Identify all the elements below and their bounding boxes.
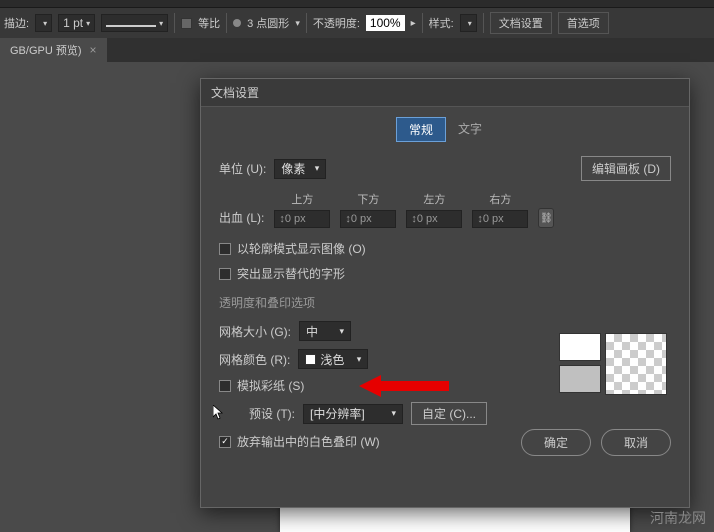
tab-general[interactable]: 常规 bbox=[396, 117, 446, 142]
grid-size-value: 中 bbox=[306, 323, 318, 340]
preset-value: [中分辨率] bbox=[310, 405, 365, 422]
opacity-value: 100% bbox=[370, 16, 401, 30]
cancel-button[interactable]: 取消 bbox=[601, 429, 671, 456]
outline-mode-label: 以轮廓模式显示图像 (O) bbox=[237, 240, 366, 257]
style-label: 样式: bbox=[429, 15, 454, 31]
stroke-style-dropdown[interactable]: ▾ bbox=[101, 14, 168, 32]
preset-row: 预设 (T): [中分辨率] ▾ 自定 (C)... bbox=[249, 402, 671, 425]
grid-size-label: 网格大小 (G): bbox=[219, 323, 291, 340]
bleed-right-header: 右方 bbox=[489, 191, 511, 207]
bleed-bottom-header: 下方 bbox=[357, 191, 379, 207]
simulate-paper-checkbox[interactable] bbox=[219, 380, 231, 392]
simulate-paper-row: 模拟彩纸 (S) bbox=[219, 377, 671, 394]
discard-white-checkbox[interactable] bbox=[219, 436, 231, 448]
cursor-icon bbox=[213, 405, 225, 421]
bleed-left-header: 左方 bbox=[423, 191, 445, 207]
prefs-button[interactable]: 首选项 bbox=[558, 12, 609, 34]
uniform-label: 等比 bbox=[198, 15, 220, 31]
outline-mode-checkbox[interactable] bbox=[219, 243, 231, 255]
chevron-down-icon: ▾ bbox=[43, 19, 47, 28]
chevron-down-icon: ▾ bbox=[159, 19, 163, 28]
stroke-width-value: 1 pt bbox=[63, 16, 83, 30]
tab-text[interactable]: 文字 bbox=[446, 117, 494, 142]
brush-dot-icon bbox=[233, 19, 241, 27]
white-swatch[interactable] bbox=[559, 333, 601, 361]
document-tab[interactable]: GB/GPU 预览) × bbox=[0, 38, 107, 62]
dialog-body: 常规 文字 单位 (U): 像素 ▾ 编辑画板 (D) 出血 (L): 上方 ↕ … bbox=[201, 107, 689, 468]
style-dropdown[interactable]: ▾ bbox=[460, 14, 477, 32]
chevron-down-icon: ▾ bbox=[468, 19, 472, 28]
bleed-right-col: 右方 ↕ 0 px bbox=[472, 191, 528, 228]
custom-button[interactable]: 自定 (C)... bbox=[411, 402, 487, 425]
opacity-field[interactable]: 100% bbox=[366, 15, 405, 31]
chevron-down-icon: ▾ bbox=[385, 408, 396, 419]
line-sample-icon bbox=[106, 20, 156, 27]
close-tab-icon[interactable]: × bbox=[90, 43, 97, 57]
options-bar: 描边: ▾ 1 pt▾ ▾ 等比 3 点圆形 ▾ 不透明度: 100% ▸ 样式… bbox=[0, 8, 714, 38]
ok-button[interactable]: 确定 bbox=[521, 429, 591, 456]
document-tab-label: GB/GPU 预览) bbox=[10, 42, 82, 58]
transparency-section-header: 透明度和叠印选项 bbox=[219, 294, 671, 311]
stroke-width-dropdown[interactable]: 1 pt▾ bbox=[58, 14, 95, 32]
separator bbox=[226, 13, 227, 33]
uniform-check[interactable] bbox=[181, 18, 192, 29]
preset-label: 预设 (T): bbox=[249, 405, 295, 422]
highlight-glyph-checkbox[interactable] bbox=[219, 268, 231, 280]
bleed-top-col: 上方 ↕ 0 px bbox=[274, 191, 330, 228]
chevron-down-icon[interactable]: ▾ bbox=[295, 18, 300, 29]
document-setup-dialog: 文档设置 常规 文字 单位 (U): 像素 ▾ 编辑画板 (D) 出血 (L): … bbox=[200, 78, 690, 508]
bleed-label: 出血 (L): bbox=[219, 209, 264, 226]
discard-white-label: 放弃输出中的白色叠印 (W) bbox=[237, 433, 380, 450]
bleed-bottom-col: 下方 ↕ 0 px bbox=[340, 191, 396, 228]
grid-color-value: 浅色 bbox=[320, 351, 344, 368]
color-chip-icon bbox=[305, 354, 316, 365]
dialog-title: 文档设置 bbox=[201, 79, 689, 107]
link-bleed-icon[interactable]: ⛓ bbox=[538, 208, 554, 228]
bleed-left-col: 左方 ↕ 0 px bbox=[406, 191, 462, 228]
grid-color-label: 网格颜色 (R): bbox=[219, 351, 290, 368]
watermark: 河南龙网 bbox=[650, 508, 706, 528]
brush-label: 3 点圆形 bbox=[247, 15, 289, 31]
grid-size-select[interactable]: 中▾ bbox=[299, 321, 351, 341]
outline-mode-row: 以轮廓模式显示图像 (O) bbox=[219, 240, 671, 257]
doc-setup-button[interactable]: 文档设置 bbox=[490, 12, 552, 34]
separator bbox=[306, 13, 307, 33]
separator bbox=[483, 13, 484, 33]
chevron-down-icon: ▾ bbox=[309, 163, 320, 174]
highlight-glyph-label: 突出显示替代的字形 bbox=[237, 265, 345, 282]
stroke-color-dropdown[interactable]: ▾ bbox=[35, 14, 52, 32]
bleed-top-header: 上方 bbox=[291, 191, 313, 207]
bleed-left-input[interactable]: ↕ 0 px bbox=[406, 210, 462, 228]
dialog-tabs: 常规 文字 bbox=[219, 117, 671, 142]
separator bbox=[174, 13, 175, 33]
grid-color-select[interactable]: 浅色 ▾ bbox=[298, 349, 368, 369]
simulate-paper-label: 模拟彩纸 (S) bbox=[237, 377, 304, 394]
bleed-section: 出血 (L): 上方 ↕ 0 px 下方 ↕ 0 px 左方 ↕ 0 px 右方… bbox=[219, 191, 671, 228]
edit-artboard-button[interactable]: 编辑画板 (D) bbox=[581, 156, 671, 181]
units-value: 像素 bbox=[281, 160, 305, 177]
units-row: 单位 (U): 像素 ▾ 编辑画板 (D) bbox=[219, 156, 671, 181]
bleed-top-input[interactable]: ↕ 0 px bbox=[274, 210, 330, 228]
annotation-arrow bbox=[359, 373, 449, 402]
opacity-dropdown-icon[interactable]: ▸ bbox=[411, 18, 416, 29]
separator bbox=[422, 13, 423, 33]
bleed-right-input[interactable]: ↕ 0 px bbox=[472, 210, 528, 228]
menu-bar-strip bbox=[0, 0, 714, 8]
dialog-footer: 确定 取消 bbox=[521, 429, 671, 456]
chevron-down-icon: ▾ bbox=[86, 19, 90, 28]
chevron-down-icon: ▾ bbox=[333, 326, 344, 337]
document-tab-bar: GB/GPU 预览) × bbox=[0, 38, 714, 62]
opacity-label: 不透明度: bbox=[313, 15, 360, 31]
stroke-label: 描边: bbox=[4, 15, 29, 31]
highlight-glyph-row: 突出显示替代的字形 bbox=[219, 265, 671, 282]
units-select[interactable]: 像素 ▾ bbox=[274, 159, 326, 179]
units-label: 单位 (U): bbox=[219, 160, 266, 177]
bleed-bottom-input[interactable]: ↕ 0 px bbox=[340, 210, 396, 228]
preset-select[interactable]: [中分辨率] ▾ bbox=[303, 404, 403, 424]
chevron-down-icon: ▾ bbox=[351, 354, 362, 365]
